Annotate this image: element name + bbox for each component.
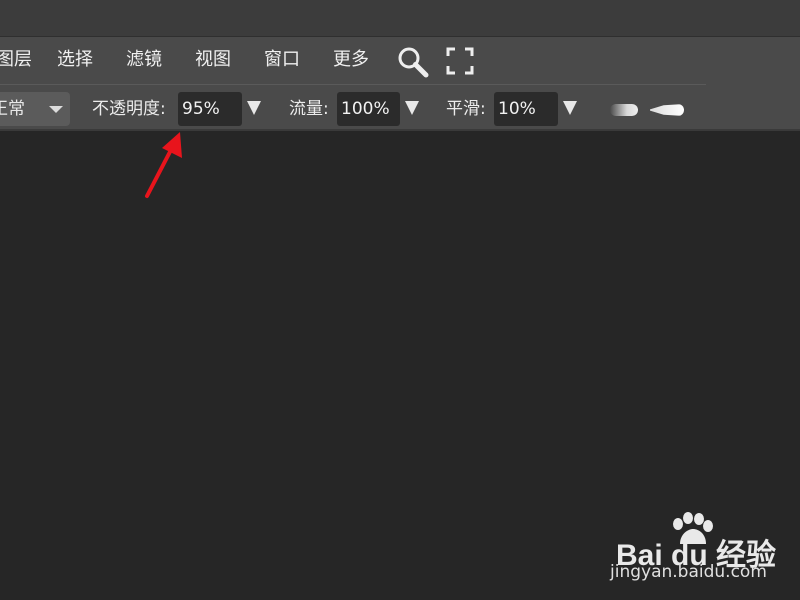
menu-item-more[interactable]: 更多 [333, 37, 369, 85]
title-bar [0, 0, 800, 37]
menu-item-window[interactable]: 窗口 [264, 37, 300, 85]
opacity-label: 不透明度: [92, 99, 166, 119]
menu-item-filter[interactable]: 滤镜 [126, 37, 162, 85]
smoothing-input[interactable]: 10% [494, 92, 558, 126]
smoothing-dropdown-icon[interactable] [563, 101, 577, 115]
baidu-jingyan-watermark: Bai du 经验 jingyan.baidu.com [610, 512, 790, 592]
menu-item-layer[interactable]: 图层 [0, 37, 32, 85]
flow-label: 流量: [289, 99, 329, 119]
blend-mode-value: 正常 [0, 99, 25, 119]
fullscreen-icon[interactable] [446, 47, 474, 75]
menu-item-select[interactable]: 选择 [57, 37, 93, 85]
search-icon[interactable] [396, 45, 430, 79]
annotation-arrow-icon [145, 132, 182, 198]
menu-item-view[interactable]: 视图 [195, 37, 231, 85]
photo-editor-window: 图层 选择 滤镜 视图 窗口 更多 正常 不透明度: 95% 流量: 100% … [0, 0, 800, 600]
flow-dropdown-icon[interactable] [405, 101, 419, 115]
watermark-url: jingyan.baidu.com [610, 562, 767, 582]
opacity-input[interactable]: 95% [178, 92, 242, 126]
blend-mode-select[interactable]: 正常 [0, 92, 70, 126]
brush-tip-soft-icon[interactable] [610, 104, 638, 116]
opacity-dropdown-icon[interactable] [247, 101, 261, 115]
chevron-down-icon [49, 106, 63, 113]
flow-input[interactable]: 100% [337, 92, 400, 126]
smoothing-label: 平滑: [446, 99, 486, 119]
